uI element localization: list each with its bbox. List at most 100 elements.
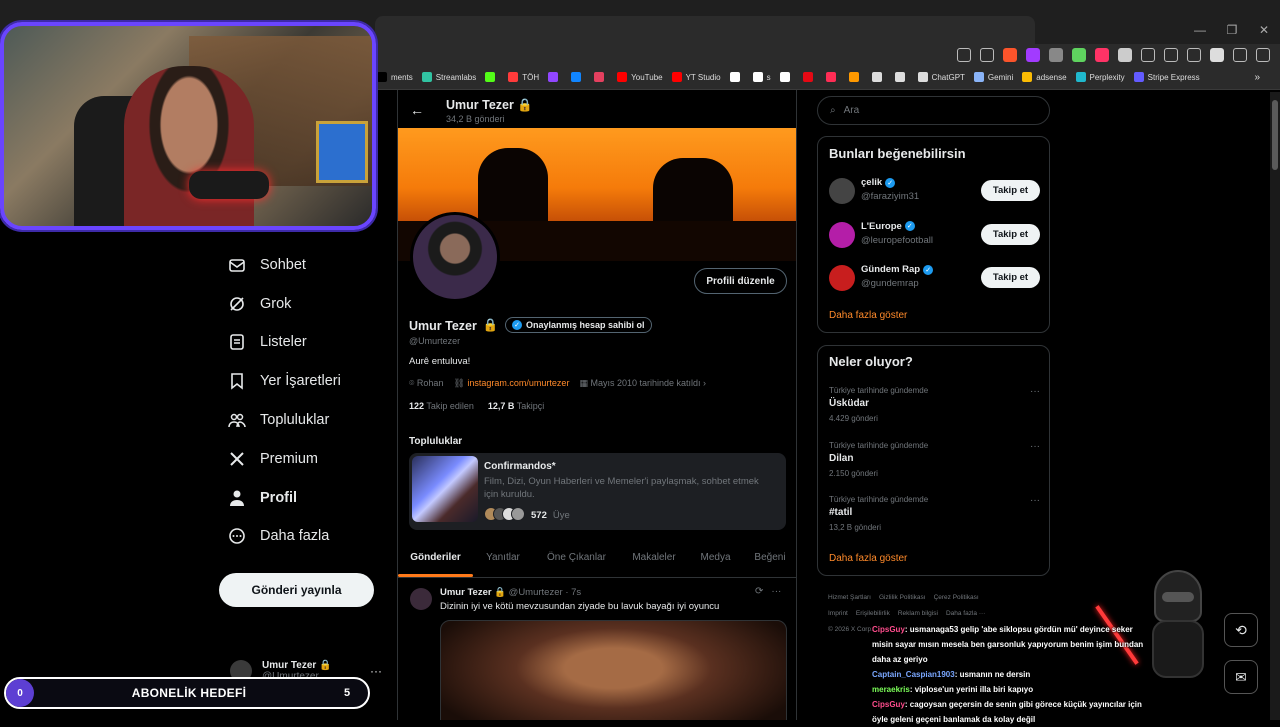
menu-icon[interactable]: [1256, 48, 1270, 62]
follow-button[interactable]: Takip et: [981, 267, 1040, 288]
bookmark-item[interactable]: Streamlabs: [421, 72, 476, 82]
footer-link[interactable]: © 2026 X Corp.: [828, 626, 873, 633]
avatar[interactable]: [410, 588, 432, 610]
cast-icon[interactable]: [957, 48, 971, 62]
sidebar-item-x-logo[interactable]: Premium: [228, 450, 318, 468]
more-icon[interactable]: ···: [1030, 386, 1040, 397]
bookmark-item[interactable]: [779, 72, 794, 82]
maximize-icon[interactable]: ❐: [1216, 16, 1248, 44]
bookmark-item[interactable]: s: [752, 72, 771, 82]
post-image[interactable]: [440, 620, 787, 720]
avatar[interactable]: [829, 221, 855, 248]
grok-float-icon[interactable]: ⟲: [1224, 613, 1258, 647]
sidebar-item-people[interactable]: Topluluklar: [228, 411, 329, 429]
footer-link[interactable]: Reklam bilgisi: [898, 610, 938, 617]
footer-link[interactable]: Daha fazla ···: [946, 610, 985, 617]
tab-1[interactable]: Yanıtlar: [473, 544, 533, 577]
sidebar-item-more-circle[interactable]: Daha fazla: [228, 527, 329, 545]
community-card[interactable]: Confirmandos* Film, Dizi, Oyun Haberleri…: [409, 453, 786, 530]
trend-item[interactable]: Türkiye tarihinde gündemde #tatil 13,2 B g…: [829, 495, 1040, 532]
avatar[interactable]: [829, 265, 855, 291]
sidebar-icon[interactable]: [1164, 48, 1178, 62]
follow-button[interactable]: Takip et: [981, 223, 1040, 245]
brave-rewards-icon[interactable]: [1026, 48, 1040, 62]
footer-link[interactable]: Imprint: [828, 610, 848, 617]
extension-icon[interactable]: [1049, 48, 1063, 62]
get-verified-button[interactable]: ✓ Onaylanmış hesap sahibi ol: [505, 317, 652, 333]
account-more-icon[interactable]: ···: [370, 664, 382, 678]
profile-avatar[interactable]: [410, 212, 500, 302]
bookmark-item[interactable]: [802, 72, 817, 82]
suggested-account[interactable]: Gündem Rap ✓ @gundemrap Takip et: [829, 262, 1040, 294]
suggested-account[interactable]: çelik ✓ @faraziyim31 Takip et: [829, 175, 1040, 207]
footer-link[interactable]: Erişilebilirlik: [856, 610, 890, 617]
tab-0[interactable]: Gönderiler: [398, 544, 473, 577]
scrollbar-thumb[interactable]: [1272, 100, 1278, 170]
bookmark-item[interactable]: Perplexity: [1075, 72, 1125, 82]
scrollbar-track[interactable]: [1270, 92, 1280, 720]
suggested-account[interactable]: L'Europe ✓ @leuropefootball Takip et: [829, 219, 1040, 251]
more-icon[interactable]: ···: [1030, 441, 1040, 452]
back-arrow-icon[interactable]: ←: [410, 102, 424, 118]
avatar[interactable]: [829, 178, 855, 204]
wallet-icon[interactable]: [1187, 48, 1201, 62]
sidebar-item-list[interactable]: Listeler: [228, 333, 307, 351]
brave-shield-icon[interactable]: [1003, 48, 1017, 62]
bookmarks-overflow[interactable]: »: [1254, 72, 1260, 83]
messages-float-icon[interactable]: ✉: [1224, 660, 1258, 694]
bookmark-item[interactable]: ments: [377, 72, 413, 82]
edit-profile-button[interactable]: Profili düzenle: [694, 268, 787, 294]
sidebar-item-grok[interactable]: Grok: [228, 295, 291, 313]
extension-icon[interactable]: [1072, 48, 1086, 62]
tab-4[interactable]: Medya: [688, 544, 743, 577]
bookmark-item[interactable]: [894, 72, 909, 82]
bookmark-item[interactable]: [825, 72, 840, 82]
bookmark-item[interactable]: Gemini: [973, 72, 1013, 82]
more-icon[interactable]: ···: [1030, 495, 1040, 506]
search-input[interactable]: ⌕ Ara: [817, 96, 1050, 125]
show-more-link[interactable]: Daha fazla göster: [829, 310, 907, 321]
bookmark-item[interactable]: [548, 72, 562, 82]
post-button[interactable]: Gönderi yayınla: [219, 573, 374, 607]
puzzle-icon[interactable]: [1118, 48, 1132, 62]
footer-link[interactable]: Çerez Politikası: [934, 594, 979, 601]
sidebar-item-profile[interactable]: Profil: [228, 489, 297, 507]
show-more-trends-link[interactable]: Daha fazla göster: [829, 553, 907, 564]
tab-2[interactable]: Öne Çıkanlar: [533, 544, 620, 577]
trend-item[interactable]: Türkiye tarihinde gündemde Üsküdar 4.429 g…: [829, 386, 1040, 423]
footer-link[interactable]: Gizlilik Politikası: [879, 594, 926, 601]
leo-ai-icon[interactable]: [1210, 48, 1224, 62]
bookmark-item[interactable]: TÖH: [508, 72, 539, 82]
active-tab[interactable]: [375, 16, 1035, 44]
follow-button[interactable]: Takip et: [981, 180, 1040, 201]
following-stat[interactable]: 122 Takip edilen: [409, 401, 474, 411]
share-icon[interactable]: [980, 48, 994, 62]
sidebar-item-bookmark[interactable]: Yer İşaretleri: [228, 372, 341, 390]
bookmark-item[interactable]: YT Studio: [671, 72, 721, 82]
bookmark-item[interactable]: [848, 72, 863, 82]
followers-stat[interactable]: 12,7 B Takipçi: [488, 401, 544, 411]
more-icon[interactable]: ···: [771, 586, 781, 597]
bookmark-item[interactable]: YouTube: [617, 72, 663, 82]
tab-3[interactable]: Makaleler: [620, 544, 688, 577]
bookmark-item[interactable]: adsense: [1022, 72, 1067, 82]
footer-link[interactable]: Hizmet Şartları: [828, 594, 871, 601]
bookmark-item[interactable]: ChatGPT: [917, 72, 965, 82]
bookmark-item[interactable]: [729, 72, 744, 82]
extension-icon[interactable]: [1141, 48, 1155, 62]
trend-item[interactable]: Türkiye tarihinde gündemde Dilan 2.150 gön…: [829, 441, 1040, 478]
minimize-icon[interactable]: —: [1184, 16, 1216, 44]
bookmark-item[interactable]: [571, 72, 585, 82]
sidebar-item-mail[interactable]: Sohbet: [228, 256, 306, 274]
bookmark-item[interactable]: Stripe Express: [1133, 72, 1200, 82]
vpn-icon[interactable]: [1233, 48, 1247, 62]
close-icon[interactable]: ✕: [1248, 16, 1280, 44]
tab-5[interactable]: Beğeni: [743, 544, 796, 577]
bookmark-item[interactable]: [871, 72, 886, 82]
bookmark-item[interactable]: [594, 72, 608, 82]
profile-link[interactable]: ⛓ instagram.com/umurtezer: [453, 378, 569, 389]
extension-icon[interactable]: [1095, 48, 1109, 62]
chat-message: meraekris: viplose'un yerini illa biri k…: [872, 682, 1152, 697]
grok-icon[interactable]: ⟳: [755, 586, 763, 597]
bookmark-item[interactable]: [485, 72, 499, 82]
